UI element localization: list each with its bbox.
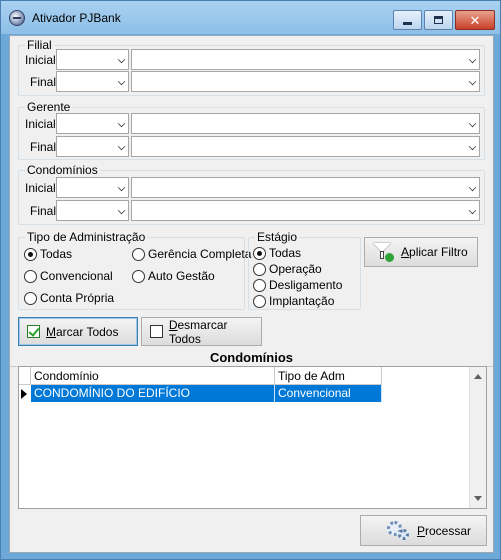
app-globe-icon: [9, 10, 25, 26]
estagio-desligamento-radio[interactable]: Desligamento: [253, 277, 342, 293]
condominios-inicial-code-select[interactable]: [56, 177, 129, 198]
tipo-adm-legend: Tipo de Administração: [27, 230, 146, 244]
tipo-adm-gerencia-completa-label: Gerência Completa: [148, 247, 252, 261]
gerente-legend: Gerente: [27, 100, 71, 114]
tipo-adm-conta-propria-radio[interactable]: Conta Própria: [24, 290, 114, 306]
chevron-down-icon: [468, 142, 477, 151]
estagio-operacao-radio[interactable]: Operação: [253, 261, 322, 277]
maximize-icon: [434, 16, 443, 24]
current-row-arrow-icon: [21, 387, 29, 400]
maximize-button[interactable]: [424, 10, 453, 30]
radio-selected-icon: [24, 247, 37, 261]
cell-condominio[interactable]: CONDOMÍNIO DO EDIFÍCIO: [31, 385, 275, 402]
chevron-down-icon: [117, 206, 126, 215]
aplicar-filtro-button[interactable]: Aplicar Filtro: [364, 237, 478, 267]
chevron-down-icon: [468, 77, 477, 86]
client-area: Filial Inicial Final Gerente Inicial Fin…: [9, 35, 494, 553]
tipo-adm-todas-label: Todas: [40, 247, 73, 261]
condominios-inicial-name-select[interactable]: [131, 177, 480, 198]
scroll-down-icon[interactable]: [474, 496, 482, 501]
estagio-desligamento-label: Desligamento: [269, 278, 343, 292]
tipo-adm-auto-gestao-label: Auto Gestão: [148, 269, 215, 283]
tipo-adm-todas-radio[interactable]: Todas: [24, 246, 72, 262]
condominios-final-code-select[interactable]: [56, 200, 129, 221]
cell-tipo-adm[interactable]: Convencional: [275, 385, 382, 402]
condominios-final-name-select[interactable]: [131, 200, 480, 221]
estagio-implantacao-label: Implantação: [269, 294, 335, 308]
radio-icon: [132, 269, 145, 283]
desmarcar-todos-label: Desmarcar Todos: [168, 317, 228, 346]
gerente-inicial-label: Inicial: [25, 117, 56, 131]
tipo-adm-auto-gestao-radio[interactable]: Auto Gestão: [132, 268, 215, 284]
estagio-operacao-label: Operação: [269, 262, 322, 276]
gerente-inicial-name-select[interactable]: [131, 113, 480, 134]
filial-legend: Filial: [27, 38, 52, 52]
chevron-down-icon: [468, 119, 477, 128]
radio-icon: [132, 247, 145, 261]
processar-label: Processar: [417, 523, 472, 538]
chevron-down-icon: [117, 119, 126, 128]
window-title: Ativador PJBank: [32, 11, 121, 25]
chevron-down-icon: [117, 183, 126, 192]
row-indicator-header: [19, 367, 31, 385]
grid-vertical-scrollbar[interactable]: [469, 367, 486, 508]
gerente-final-name-select[interactable]: [131, 136, 480, 157]
grid-header: Condomínio Tipo de Adm: [19, 367, 382, 385]
tipo-adm-convencional-radio[interactable]: Convencional: [24, 268, 113, 284]
aplicar-filtro-label: Aplicar Filtro: [401, 245, 468, 259]
radio-icon: [24, 291, 37, 305]
filial-final-code-select[interactable]: [56, 71, 129, 92]
gerente-final-label: Final: [30, 140, 57, 154]
close-icon: ✕: [469, 12, 481, 28]
filter-icon: [373, 242, 395, 262]
radio-icon: [253, 262, 266, 276]
radio-selected-icon: [253, 246, 266, 260]
tipo-adm-gerencia-completa-radio[interactable]: Gerência Completa: [132, 246, 251, 262]
chevron-down-icon: [117, 142, 126, 151]
tipo-adm-conta-propria-label: Conta Própria: [40, 291, 115, 305]
chevron-down-icon: [117, 77, 126, 86]
gerente-final-code-select[interactable]: [56, 136, 129, 157]
column-header-tipo-adm[interactable]: Tipo de Adm: [275, 367, 382, 385]
estagio-implantacao-radio[interactable]: Implantação: [253, 293, 334, 309]
filial-final-label: Final: [30, 75, 57, 89]
condominios-inicial-label: Inicial: [25, 181, 56, 195]
radio-icon: [24, 269, 37, 283]
column-header-condominio[interactable]: Condomínio: [31, 367, 275, 385]
minimize-icon: [403, 21, 412, 25]
marcar-todos-label: Marcar Todos: [46, 324, 119, 339]
gears-icon: [387, 520, 411, 541]
minimize-button[interactable]: [393, 10, 422, 30]
close-button[interactable]: ✕: [455, 10, 495, 30]
estagio-todas-radio[interactable]: Todas: [253, 245, 301, 261]
condominios-filter-legend: Condomínios: [27, 163, 98, 177]
table-row[interactable]: CONDOMÍNIO DO EDIFÍCIO Convencional: [31, 385, 382, 402]
condominios-grid-title: Condomínios: [10, 350, 493, 367]
condominios-final-label: Final: [30, 204, 57, 218]
gerente-inicial-code-select[interactable]: [56, 113, 129, 134]
processar-button[interactable]: Processar: [360, 515, 487, 546]
app-window: Ativador PJBank ✕ Filial Inicial Final G…: [0, 0, 501, 560]
checkbox-checked-icon: [27, 325, 40, 338]
filial-final-name-select[interactable]: [131, 71, 480, 92]
title-bar[interactable]: Ativador PJBank ✕: [1, 1, 500, 34]
radio-icon: [253, 278, 266, 292]
chevron-down-icon: [468, 55, 477, 64]
radio-icon: [253, 294, 266, 308]
marcar-todos-button[interactable]: Marcar Todos: [18, 317, 138, 346]
condominios-grid[interactable]: Condomínio Tipo de Adm CONDOMÍNIO DO EDI…: [18, 366, 487, 509]
filial-inicial-code-select[interactable]: [56, 49, 129, 70]
estagio-todas-label: Todas: [269, 246, 302, 260]
chevron-down-icon: [117, 55, 126, 64]
desmarcar-todos-button[interactable]: Desmarcar Todos: [141, 317, 262, 346]
estagio-legend: Estágio: [257, 230, 298, 244]
chevron-down-icon: [468, 206, 477, 215]
filial-inicial-label: Inicial: [25, 53, 56, 67]
checkbox-empty-icon: [150, 325, 163, 338]
tipo-adm-convencional-label: Convencional: [40, 269, 113, 283]
filial-inicial-name-select[interactable]: [131, 49, 480, 70]
chevron-down-icon: [468, 183, 477, 192]
scroll-up-icon[interactable]: [474, 374, 482, 379]
